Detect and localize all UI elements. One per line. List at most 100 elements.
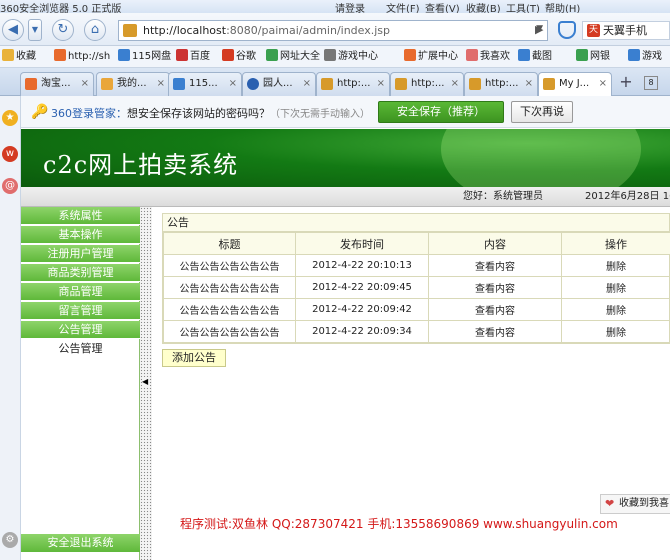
- add-notice-button[interactable]: 添加公告: [162, 349, 226, 367]
- collapse-arrow-icon[interactable]: ◀: [142, 377, 149, 386]
- view-content-link[interactable]: 查看内容: [428, 254, 562, 277]
- cell-title: 公告公告公告公告公告: [163, 298, 296, 321]
- heart-icon: [466, 49, 478, 61]
- tab-favicon-icon: [321, 78, 333, 90]
- bank-button[interactable]: 网银: [576, 49, 610, 65]
- credit-footer: 程序测试:双鱼林 QQ:287307421 手机:13558690869 www…: [180, 517, 618, 531]
- delete-link[interactable]: 删除: [561, 320, 670, 343]
- menu-user-mgmt[interactable]: 注册用户管理: [21, 245, 140, 263]
- fav-item-urls[interactable]: 网址大全: [266, 49, 320, 65]
- column-header: 标题: [163, 232, 296, 255]
- phone-button[interactable]: 天 天翼手机: [582, 21, 670, 40]
- tab-http-2[interactable]: http:... ×: [390, 72, 464, 96]
- main-content: 公告 标题 发布时间 内容 操作 公告公告公告公告公告 2012-4-22 20…: [152, 207, 670, 560]
- gear-icon[interactable]: ⚙: [2, 532, 18, 548]
- user-greeting: 您好：系统管理员: [463, 191, 543, 202]
- weibo-icon[interactable]: w: [2, 146, 18, 162]
- notice-panel: 公告 标题 发布时间 内容 操作 公告公告公告公告公告 2012-4-22 20…: [162, 213, 670, 344]
- menu-basic-ops[interactable]: 基本操作: [21, 226, 140, 244]
- back-icon[interactable]: ◀: [2, 19, 24, 41]
- like-button[interactable]: 我喜欢: [466, 49, 510, 65]
- delete-link[interactable]: 删除: [561, 276, 670, 299]
- refresh-icon[interactable]: ↻: [52, 19, 74, 41]
- security-shield-icon[interactable]: [558, 21, 576, 39]
- page-favicon-icon: [123, 24, 137, 37]
- fav-item-sh[interactable]: http://sh: [54, 49, 110, 65]
- address-bar[interactable]: http://localhost:8080/paimai/admin/index…: [118, 20, 548, 41]
- close-icon[interactable]: ×: [599, 73, 607, 95]
- fav-site-icon: [176, 49, 188, 61]
- extensions-button[interactable]: 扩展中心: [404, 49, 458, 65]
- tab-mine[interactable]: 我的... ×: [96, 72, 170, 96]
- fav-item-games[interactable]: 游戏中心: [324, 49, 378, 65]
- later-button[interactable]: 下次再说: [511, 101, 573, 123]
- panel-title: 公告: [163, 214, 669, 232]
- fav-site-icon: [222, 49, 234, 61]
- home-icon[interactable]: ⌂: [84, 19, 106, 41]
- menu-notice-mgmt[interactable]: 公告管理: [21, 321, 140, 339]
- view-content-link[interactable]: 查看内容: [428, 276, 562, 299]
- fav-site-icon: [324, 49, 336, 61]
- cell-time: 2012-4-22 20:09:45: [295, 276, 429, 299]
- heart-icon: ❤: [605, 497, 615, 510]
- collect-label: 收藏到我喜: [619, 498, 669, 509]
- menu-system-props[interactable]: 系统属性: [21, 207, 140, 225]
- side-panel: ★ w @ ⚙: [0, 96, 21, 560]
- menu-goods-mgmt[interactable]: 商品管理: [21, 283, 140, 301]
- frame-splitter[interactable]: ◀: [140, 207, 152, 560]
- current-date: 2012年6月28日 16:0: [585, 191, 670, 202]
- cell-time: 2012-4-22 20:09:34: [295, 320, 429, 343]
- tab-http-3[interactable]: http:... ×: [464, 72, 538, 96]
- url-path: :8080/paimai/admin/index.jsp: [226, 24, 391, 37]
- view-content-link[interactable]: 查看内容: [428, 320, 562, 343]
- favorites-menu[interactable]: 收藏: [2, 49, 36, 65]
- submenu-notice-mgmt[interactable]: 公告管理: [21, 340, 140, 358]
- password-message: 想安全保存该网站的密码吗？: [127, 107, 270, 120]
- tab-favicon-icon: [395, 78, 407, 90]
- column-header: 操作: [561, 232, 670, 255]
- tab-list-icon[interactable]: 8: [644, 76, 658, 90]
- email-icon[interactable]: @: [2, 178, 18, 194]
- key-icon: 🔑: [31, 104, 49, 120]
- fav-item-115[interactable]: 115网盘: [118, 49, 171, 65]
- tab-my-jsp[interactable]: My J... ×: [538, 72, 612, 97]
- screenshot-button[interactable]: 截图: [518, 49, 552, 65]
- admin-menu: 系统属性 基本操作 注册用户管理 商品类别管理 商品管理 留言管理 公告管理 公…: [21, 207, 140, 560]
- menu-message-mgmt[interactable]: 留言管理: [21, 302, 140, 320]
- close-icon[interactable]: ×: [157, 73, 165, 95]
- view-content-link[interactable]: 查看内容: [428, 298, 562, 321]
- bank-icon: [576, 49, 588, 61]
- history-dropdown-icon[interactable]: ▼: [28, 19, 42, 41]
- fav-site-icon: [54, 49, 66, 61]
- close-icon[interactable]: ×: [81, 73, 89, 95]
- fav-item-baidu[interactable]: 百度: [176, 49, 210, 65]
- tab-http-1[interactable]: http:... ×: [316, 72, 390, 96]
- delete-link[interactable]: 删除: [561, 298, 670, 321]
- star-icon[interactable]: ★: [2, 110, 18, 126]
- password-hint: （下次无需手动输入）: [270, 109, 370, 120]
- logout-button[interactable]: 安全退出系统: [21, 534, 140, 552]
- save-password-button[interactable]: 安全保存（推荐）: [378, 101, 504, 123]
- tab-taobao[interactable]: 淘宝... ×: [20, 72, 94, 96]
- fav-item-google[interactable]: 谷歌: [222, 49, 256, 65]
- games-button[interactable]: 游戏: [628, 49, 662, 65]
- delete-link[interactable]: 删除: [561, 254, 670, 277]
- window-titlebar: 360安全浏览器 5.0 正式版 请登录 文件(F) 查看(V) 收藏(B) 工…: [0, 0, 670, 15]
- navigation-bar: ◀ ▼ ↻ ⌂ http://localhost:8080/paimai/adm…: [0, 13, 670, 46]
- close-icon[interactable]: ×: [377, 73, 385, 95]
- menu-category-mgmt[interactable]: 商品类别管理: [21, 264, 140, 282]
- tab-garden[interactable]: 园人... ×: [242, 72, 316, 96]
- go-icon[interactable]: ▶: [535, 23, 543, 36]
- star-icon: [2, 49, 14, 61]
- table-header-row: 标题 发布时间 内容 操作: [163, 232, 670, 255]
- extension-icon: [404, 49, 416, 61]
- new-tab-button[interactable]: +: [616, 73, 636, 93]
- close-icon[interactable]: ×: [451, 73, 459, 95]
- password-manager-bar: 🔑 360登录管家：想安全保存该网站的密码吗？（下次无需手动输入） 安全保存（推…: [21, 96, 670, 128]
- notice-table: 标题 发布时间 内容 操作 公告公告公告公告公告 2012-4-22 20:10…: [163, 232, 670, 343]
- close-icon[interactable]: ×: [229, 73, 237, 95]
- close-icon[interactable]: ×: [525, 73, 533, 95]
- close-icon[interactable]: ×: [303, 73, 311, 95]
- collect-to-like-button[interactable]: ❤ 收藏到我喜: [600, 494, 670, 514]
- tab-115[interactable]: 115... ×: [168, 72, 242, 96]
